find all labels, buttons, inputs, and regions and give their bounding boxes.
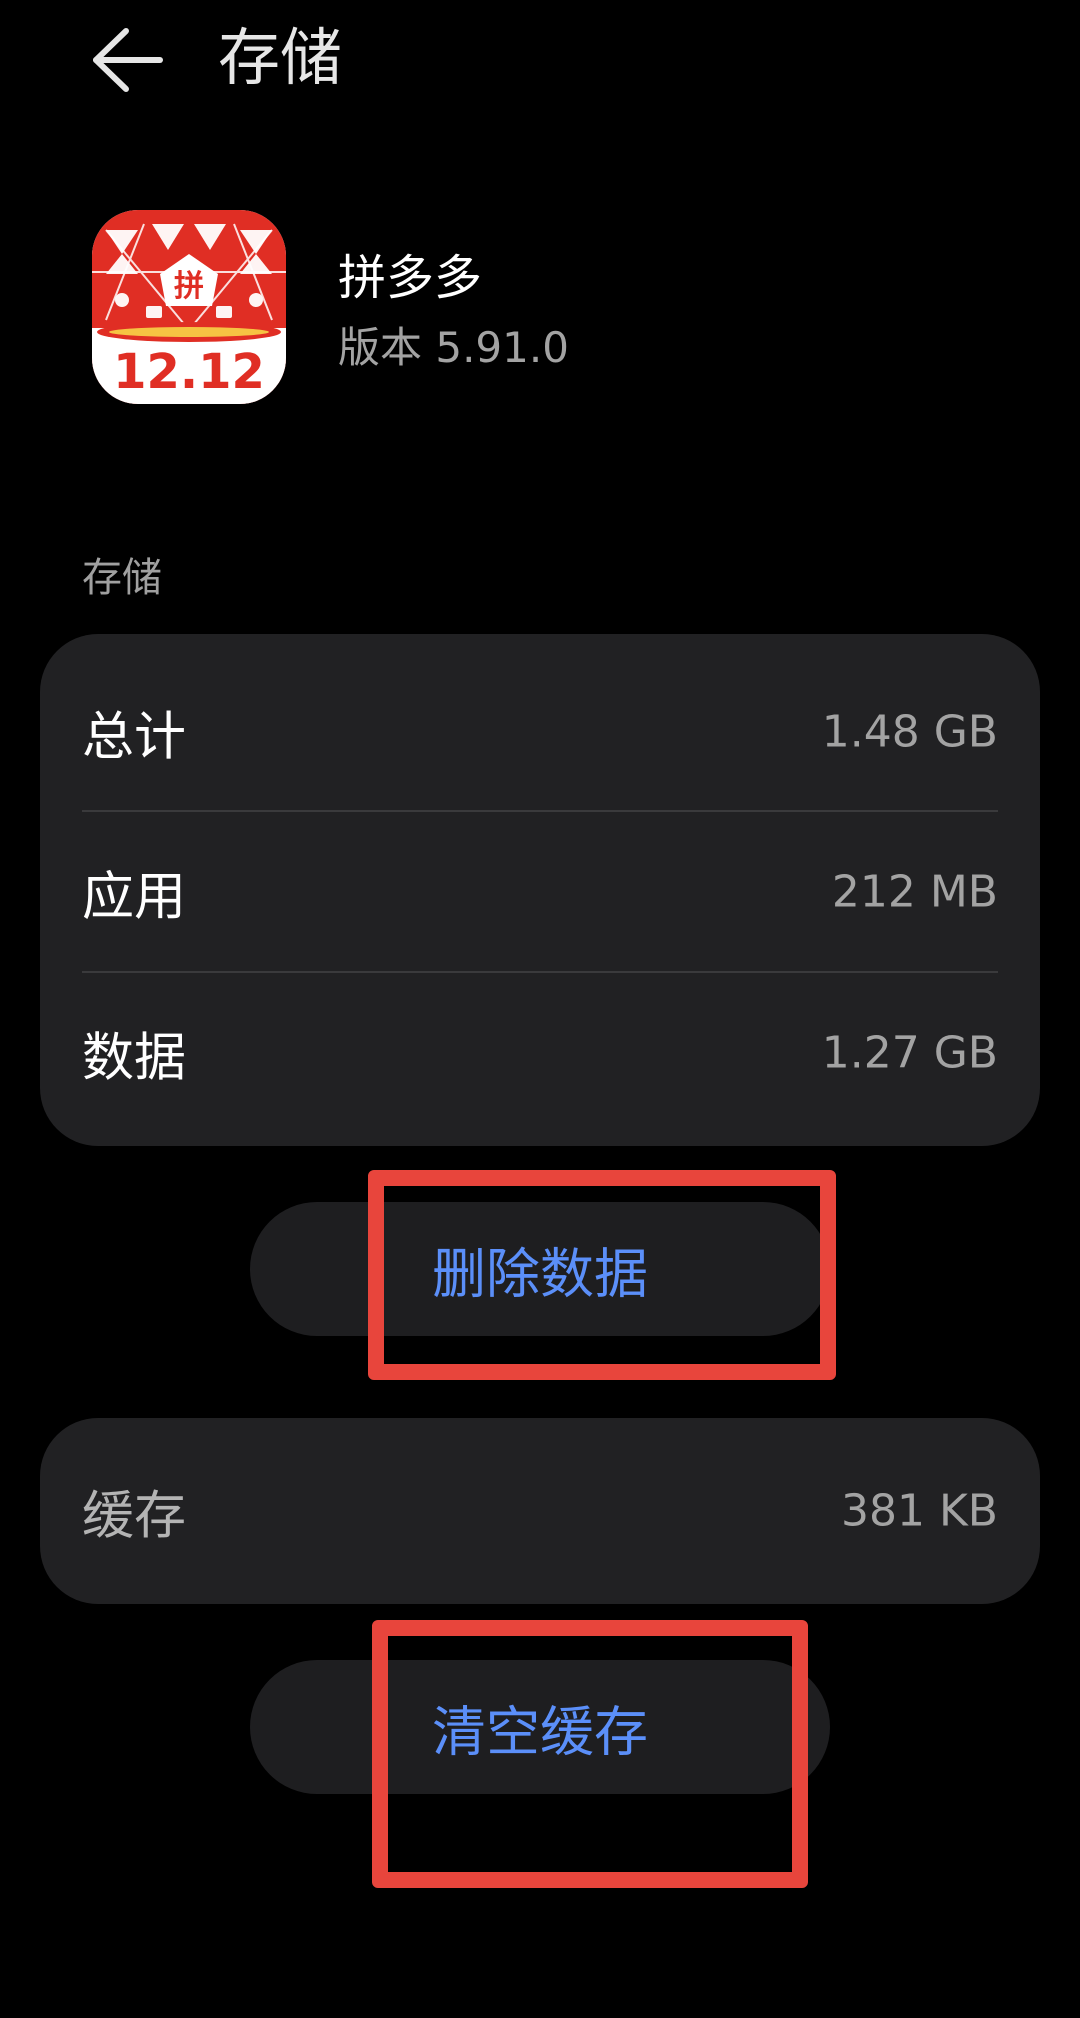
delete-data-label: 删除数据: [432, 1242, 648, 1306]
storage-row-app: 应用 212 MB: [82, 812, 998, 972]
row-value: 1.48 GB: [821, 706, 998, 758]
app-icon-badge-text: 拼: [174, 269, 204, 304]
cache-row: 缓存 381 KB: [82, 1431, 998, 1591]
delete-data-button[interactable]: 删除数据: [250, 1202, 830, 1336]
pinduoduo-app-icon: 拼 12.12: [92, 210, 286, 404]
row-value: 212 MB: [831, 866, 998, 918]
row-label: 缓存: [82, 1486, 187, 1547]
back-button[interactable]: [78, 12, 174, 108]
storage-row-total: 总计 1.48 GB: [82, 652, 998, 812]
storage-card: 总计 1.48 GB 应用 212 MB 数据 1.27 GB: [40, 634, 1040, 1146]
page-title: 存储: [218, 21, 343, 94]
row-label: 数据: [82, 1028, 187, 1089]
row-label: 总计: [82, 707, 187, 768]
app-version: 版本 5.91.0: [338, 323, 569, 372]
app-bar: 存储: [0, 0, 1080, 120]
app-name: 拼多多: [338, 250, 483, 306]
app-info: 拼 12.12 拼多多 版本 5.91.0: [0, 210, 1080, 410]
arrow-left-icon: [93, 28, 163, 92]
clear-cache-button[interactable]: 清空缓存: [250, 1660, 830, 1794]
row-label: 应用: [82, 867, 187, 928]
storage-row-data: 数据 1.27 GB: [82, 973, 998, 1133]
section-label-storage: 存储: [82, 555, 162, 601]
row-value: 381 KB: [840, 1485, 998, 1537]
clear-cache-label: 清空缓存: [432, 1700, 648, 1764]
app-icon-caption: 12.12: [113, 344, 265, 400]
cache-card: 缓存 381 KB: [40, 1418, 1040, 1604]
row-value: 1.27 GB: [821, 1027, 998, 1079]
